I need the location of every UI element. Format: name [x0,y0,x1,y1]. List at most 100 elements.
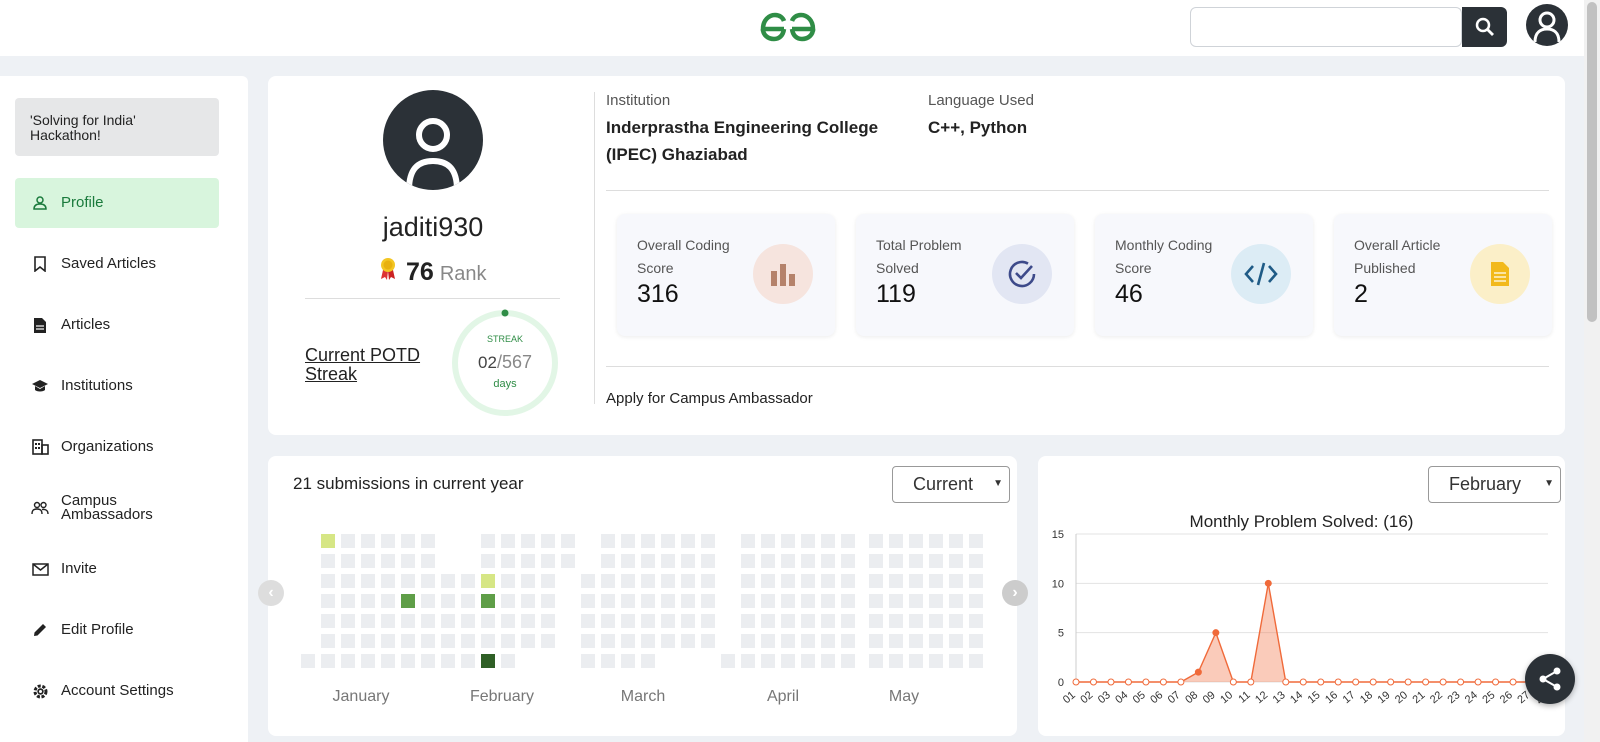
heatmap-cell[interactable] [781,634,795,648]
heatmap-cell[interactable] [929,534,943,548]
heatmap-cell[interactable] [869,574,883,588]
heatmap-cell[interactable] [341,654,355,668]
heatmap-cell[interactable] [841,534,855,548]
heatmap-cell[interactable] [621,534,635,548]
heatmap-cell[interactable] [541,574,555,588]
heatmap-cell[interactable] [561,534,575,548]
heatmap-cell[interactable] [781,574,795,588]
heatmap-cell[interactable] [869,594,883,608]
heatmap-cell[interactable] [301,654,315,668]
heatmap-cell[interactable] [841,614,855,628]
data-point[interactable] [1124,678,1132,686]
heatmap-cell[interactable] [641,574,655,588]
heatmap-cell[interactable] [701,574,715,588]
heatmap-cell[interactable] [929,574,943,588]
heatmap-cell[interactable] [681,534,695,548]
heatmap-cell[interactable] [401,634,415,648]
data-point[interactable] [1282,678,1290,686]
heatmap-cell[interactable] [741,634,755,648]
heatmap-cell[interactable] [461,654,475,668]
sidebar-item-saved-articles[interactable]: Saved Articles [15,239,219,289]
heatmap-cell[interactable] [869,654,883,668]
heatmap-cell[interactable] [441,574,455,588]
heatmap-cell[interactable] [701,554,715,568]
heatmap-cell[interactable] [929,634,943,648]
heatmap-cell[interactable] [541,554,555,568]
heatmap-cell[interactable] [601,554,615,568]
heatmap-cell[interactable] [909,554,923,568]
sidebar-item-articles[interactable]: Articles [15,300,219,350]
data-point[interactable] [1177,678,1185,686]
heatmap-cell[interactable] [321,554,335,568]
heatmap-cell[interactable] [341,574,355,588]
data-point[interactable] [1387,678,1395,686]
heatmap-cell[interactable] [869,634,883,648]
heatmap-cell[interactable] [741,574,755,588]
heatmap-cell[interactable] [481,574,495,588]
heatmap-cell[interactable] [969,554,983,568]
heatmap-cell[interactable] [401,614,415,628]
heatmap-cell[interactable] [641,654,655,668]
heatmap-cell[interactable] [321,534,335,548]
heatmap-cell[interactable] [909,654,923,668]
heatmap-cell[interactable] [581,614,595,628]
heatmap-cell[interactable] [801,594,815,608]
heatmap-cell[interactable] [949,614,963,628]
heatmap-cell[interactable] [401,594,415,608]
heatmap-cell[interactable] [701,534,715,548]
heatmap-cell[interactable] [621,634,635,648]
heatmap-cell[interactable] [741,534,755,548]
heatmap-cell[interactable] [841,554,855,568]
heatmap-cell[interactable] [801,554,815,568]
heatmap-cell[interactable] [401,534,415,548]
data-point[interactable] [1194,668,1202,676]
heatmap-cell[interactable] [381,534,395,548]
heatmap-cell[interactable] [949,574,963,588]
heatmap-cell[interactable] [761,534,775,548]
heatmap-cell[interactable] [501,654,515,668]
heatmap-cell[interactable] [889,614,903,628]
heatmap-cell[interactable] [821,614,835,628]
share-button[interactable] [1525,654,1575,704]
hackathon-banner[interactable]: 'Solving for India' Hackathon! [15,98,219,156]
heatmap-cell[interactable] [909,574,923,588]
heatmap-cell[interactable] [661,594,675,608]
heatmap-cell[interactable] [781,554,795,568]
heatmap-cell[interactable] [781,534,795,548]
data-point[interactable] [1317,678,1325,686]
heatmap-cell[interactable] [661,634,675,648]
data-point[interactable] [1247,678,1255,686]
data-point[interactable] [1089,678,1097,686]
data-point[interactable] [1404,678,1412,686]
heatmap-cell[interactable] [781,654,795,668]
heatmap-cell[interactable] [821,534,835,548]
data-point[interactable] [1474,678,1482,686]
heatmap-cell[interactable] [481,614,495,628]
data-point[interactable] [1072,678,1080,686]
heatmap-cell[interactable] [361,534,375,548]
data-point[interactable] [1299,678,1307,686]
heatmap-cell[interactable] [401,654,415,668]
heatmap-cell[interactable] [929,654,943,668]
search-button[interactable] [1462,7,1507,47]
heatmap-cell[interactable] [381,654,395,668]
heatmap-cell[interactable] [841,594,855,608]
heatmap-cell[interactable] [541,614,555,628]
heatmap-cell[interactable] [461,594,475,608]
heatmap-cell[interactable] [661,574,675,588]
heatmap-cell[interactable] [801,534,815,548]
heatmap-cell[interactable] [969,654,983,668]
sidebar-item-edit-profile[interactable]: Edit Profile [15,605,219,655]
heatmap-cell[interactable] [581,594,595,608]
heatmap-cell[interactable] [361,654,375,668]
heatmap-cell[interactable] [969,614,983,628]
heatmap-cell[interactable] [681,554,695,568]
heatmap-cell[interactable] [761,594,775,608]
heatmap-cell[interactable] [969,534,983,548]
heatmap-cell[interactable] [361,634,375,648]
heatmap-cell[interactable] [869,554,883,568]
heatmap-cell[interactable] [889,574,903,588]
heatmap-cell[interactable] [321,594,335,608]
heatmap-cell[interactable] [969,594,983,608]
data-point[interactable] [1142,678,1150,686]
